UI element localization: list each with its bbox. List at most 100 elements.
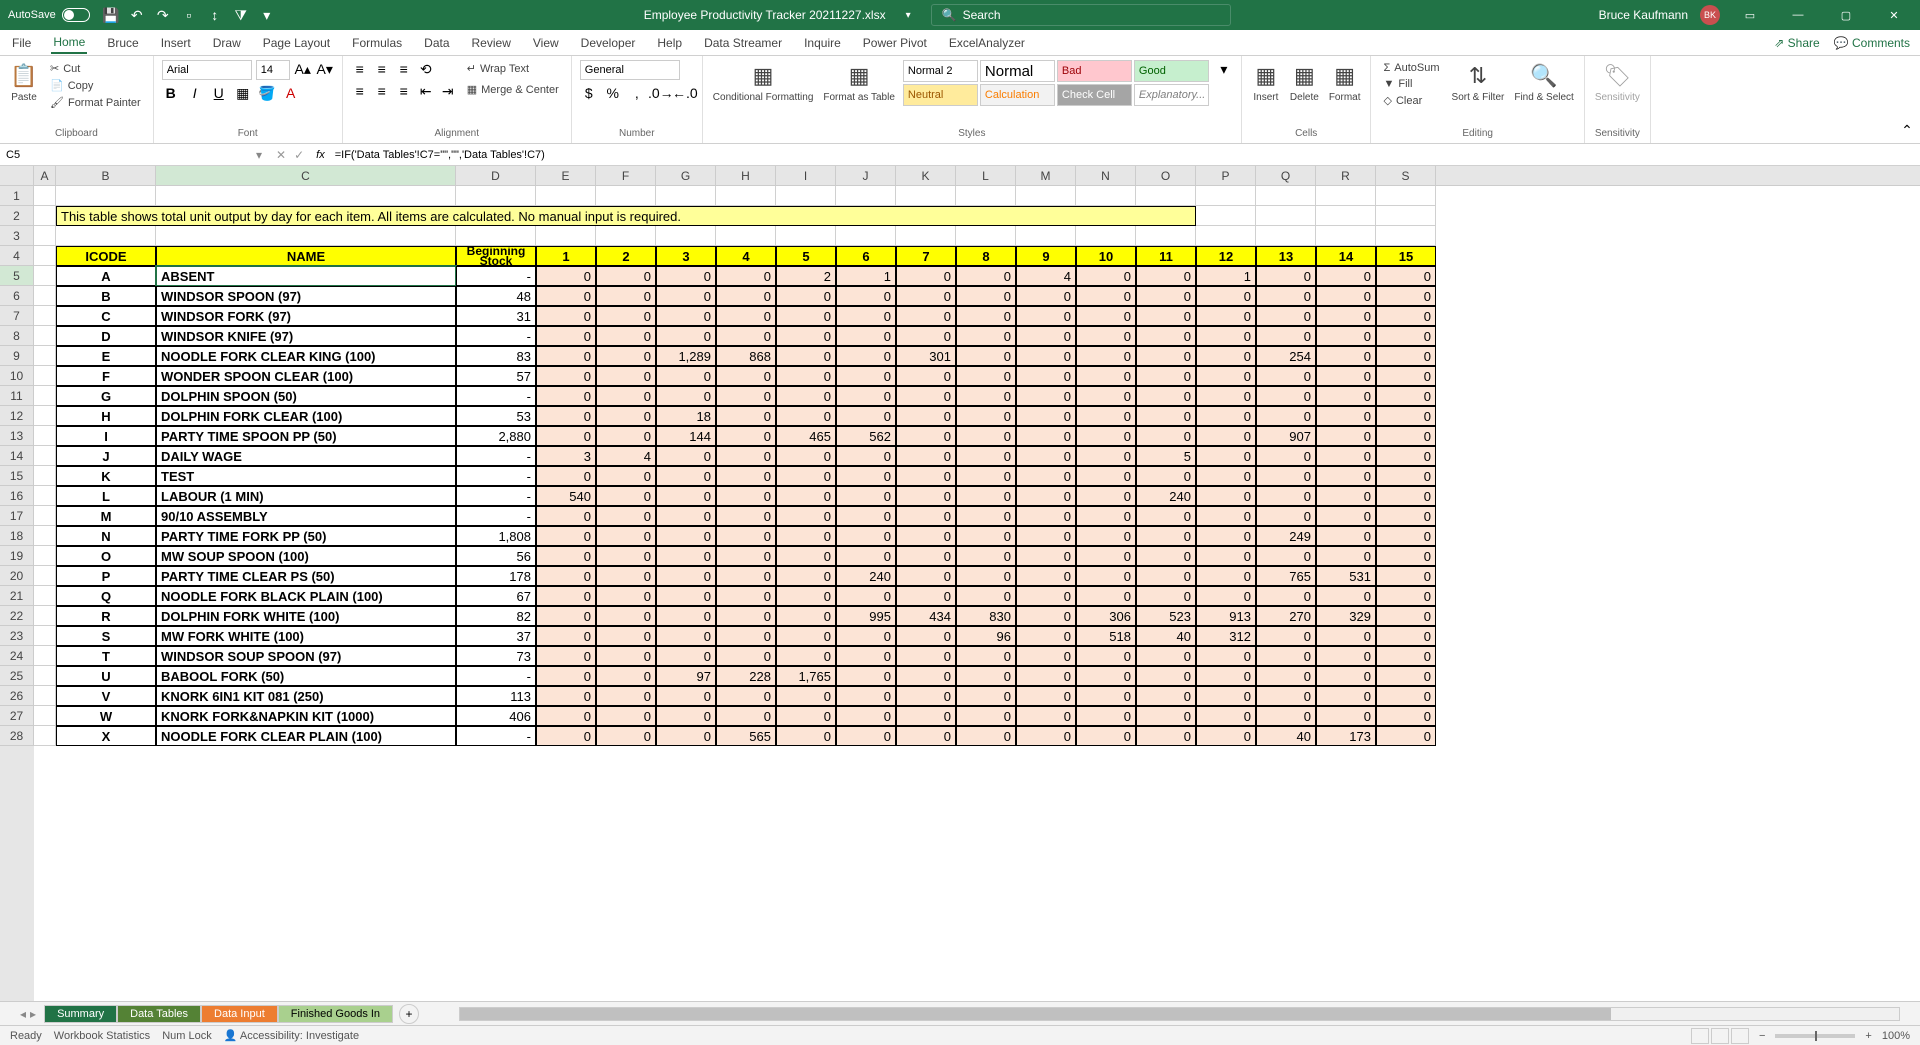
value-cell[interactable]: 0: [776, 546, 836, 566]
comma-icon[interactable]: ,: [628, 84, 646, 102]
empty-cell[interactable]: [34, 426, 56, 446]
value-cell[interactable]: 0: [1256, 306, 1316, 326]
value-cell[interactable]: 0: [1256, 446, 1316, 466]
tab-pagelayout[interactable]: Page Layout: [261, 33, 332, 53]
value-cell[interactable]: 0: [1256, 686, 1316, 706]
value-cell[interactable]: 0: [1196, 546, 1256, 566]
value-cell[interactable]: 0: [596, 666, 656, 686]
value-cell[interactable]: 0: [1196, 446, 1256, 466]
value-cell[interactable]: 0: [716, 406, 776, 426]
filter-icon[interactable]: ⧩: [232, 6, 250, 24]
value-cell[interactable]: 0: [836, 466, 896, 486]
row-header-2[interactable]: 2: [0, 206, 34, 226]
empty-cell[interactable]: [34, 386, 56, 406]
value-cell[interactable]: 0: [596, 286, 656, 306]
value-cell[interactable]: 0: [1076, 386, 1136, 406]
value-cell[interactable]: 0: [536, 606, 596, 626]
value-cell[interactable]: 1,289: [656, 346, 716, 366]
icode-cell[interactable]: V: [56, 686, 156, 706]
value-cell[interactable]: 0: [1316, 266, 1376, 286]
minimize-button[interactable]: —: [1780, 0, 1816, 30]
value-cell[interactable]: 0: [956, 346, 1016, 366]
bstock-cell[interactable]: 178: [456, 566, 536, 586]
value-cell[interactable]: 0: [716, 446, 776, 466]
row-header-16[interactable]: 16: [0, 486, 34, 506]
value-cell[interactable]: 0: [1256, 706, 1316, 726]
row-header-26[interactable]: 26: [0, 686, 34, 706]
value-cell[interactable]: 0: [1136, 686, 1196, 706]
empty-cell[interactable]: [34, 286, 56, 306]
value-cell[interactable]: 0: [956, 266, 1016, 286]
value-cell[interactable]: 0: [656, 306, 716, 326]
empty-cell[interactable]: [776, 186, 836, 206]
style-normal[interactable]: Normal: [980, 60, 1055, 82]
value-cell[interactable]: 0: [896, 366, 956, 386]
tab-inquire[interactable]: Inquire: [802, 33, 843, 53]
value-cell[interactable]: 0: [1196, 346, 1256, 366]
value-cell[interactable]: 0: [716, 686, 776, 706]
empty-cell[interactable]: [1196, 226, 1256, 246]
value-cell[interactable]: 0: [956, 546, 1016, 566]
tab-bruce[interactable]: Bruce: [105, 33, 140, 53]
fill-button[interactable]: ▼Fill: [1379, 76, 1443, 92]
empty-cell[interactable]: [1316, 186, 1376, 206]
value-cell[interactable]: 0: [776, 626, 836, 646]
empty-cell[interactable]: [34, 246, 56, 266]
value-cell[interactable]: 1: [836, 266, 896, 286]
col-header-E[interactable]: E: [536, 166, 596, 185]
undo-icon[interactable]: ↶: [128, 6, 146, 24]
table-header[interactable]: Beginning Stock: [456, 246, 536, 266]
value-cell[interactable]: 0: [1016, 506, 1076, 526]
value-cell[interactable]: 0: [1016, 646, 1076, 666]
view-pagebreak-button[interactable]: [1731, 1028, 1749, 1044]
value-cell[interactable]: 0: [836, 646, 896, 666]
value-cell[interactable]: 0: [1016, 706, 1076, 726]
table-header[interactable]: 5: [776, 246, 836, 266]
value-cell[interactable]: 0: [536, 526, 596, 546]
value-cell[interactable]: 0: [1136, 706, 1196, 726]
name-cell[interactable]: DOLPHIN SPOON (50): [156, 386, 456, 406]
value-cell[interactable]: 0: [536, 406, 596, 426]
icode-cell[interactable]: I: [56, 426, 156, 446]
empty-cell[interactable]: [896, 186, 956, 206]
value-cell[interactable]: 0: [956, 306, 1016, 326]
value-cell[interactable]: 0: [956, 686, 1016, 706]
row-header-24[interactable]: 24: [0, 646, 34, 666]
value-cell[interactable]: 0: [1076, 686, 1136, 706]
bstock-cell[interactable]: 37: [456, 626, 536, 646]
empty-cell[interactable]: [34, 726, 56, 746]
value-cell[interactable]: 0: [1016, 486, 1076, 506]
search-input[interactable]: 🔍 Search: [931, 4, 1231, 26]
value-cell[interactable]: 0: [1136, 366, 1196, 386]
value-cell[interactable]: 0: [536, 266, 596, 286]
bstock-cell[interactable]: -: [456, 386, 536, 406]
bstock-cell[interactable]: -: [456, 466, 536, 486]
style-good[interactable]: Good: [1134, 60, 1209, 82]
value-cell[interactable]: 0: [596, 566, 656, 586]
style-normal2[interactable]: Normal 2: [903, 60, 978, 82]
empty-cell[interactable]: [34, 366, 56, 386]
value-cell[interactable]: 18: [656, 406, 716, 426]
value-cell[interactable]: 301: [896, 346, 956, 366]
icode-cell[interactable]: Q: [56, 586, 156, 606]
icode-cell[interactable]: A: [56, 266, 156, 286]
empty-cell[interactable]: [1256, 226, 1316, 246]
value-cell[interactable]: 0: [1316, 306, 1376, 326]
value-cell[interactable]: 0: [1016, 286, 1076, 306]
value-cell[interactable]: 0: [536, 566, 596, 586]
empty-cell[interactable]: [34, 226, 56, 246]
value-cell[interactable]: 0: [836, 486, 896, 506]
value-cell[interactable]: 312: [1196, 626, 1256, 646]
name-cell[interactable]: PARTY TIME SPOON PP (50): [156, 426, 456, 446]
value-cell[interactable]: 0: [1376, 586, 1436, 606]
name-cell[interactable]: WINDSOR SPOON (97): [156, 286, 456, 306]
value-cell[interactable]: 0: [656, 386, 716, 406]
value-cell[interactable]: 0: [896, 626, 956, 646]
qat-dropdown-icon[interactable]: ▾: [258, 6, 276, 24]
empty-cell[interactable]: [1196, 206, 1256, 226]
value-cell[interactable]: 434: [896, 606, 956, 626]
empty-cell[interactable]: [456, 186, 536, 206]
value-cell[interactable]: 0: [656, 566, 716, 586]
value-cell[interactable]: 0: [716, 326, 776, 346]
icode-cell[interactable]: F: [56, 366, 156, 386]
